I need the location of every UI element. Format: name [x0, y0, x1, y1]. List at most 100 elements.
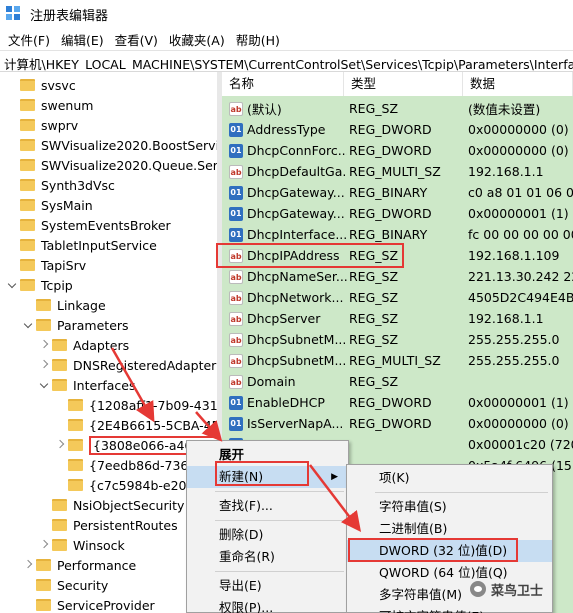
tree-item-label: {2E4B6615-5CBA-4B3E	[89, 417, 217, 433]
value-row[interactable]: ab (默认) REG_SZ (数值未设置)	[222, 98, 573, 119]
column-header-name[interactable]: 名称	[222, 72, 344, 96]
menu-separator	[215, 491, 344, 492]
tree-item[interactable]: TapiSrv	[20, 255, 86, 275]
menu-item[interactable]: 展开	[187, 444, 348, 466]
value-row[interactable]: ab DhcpSubnetM... REG_SZ 255.255.255.0	[222, 329, 573, 350]
value-name: (默认)	[247, 102, 282, 117]
folder-icon	[20, 179, 35, 191]
tree-item[interactable]: NsiObjectSecurity	[52, 495, 184, 515]
value-name: EnableDHCP	[247, 395, 325, 410]
value-data: 0x00000000 (0)	[468, 416, 569, 431]
tree-item[interactable]: Synth3dVsc	[20, 175, 115, 195]
tree-item[interactable]: Linkage	[36, 295, 106, 315]
tree-item[interactable]: Parameters	[36, 315, 129, 335]
registry-key-tree[interactable]: svsvc swenum swprv SWVisualize2020.BoostSer…	[0, 72, 217, 613]
value-row[interactable]: 01 AddressType REG_DWORD 0x00000000 (0)	[222, 119, 573, 140]
tree-item[interactable]: TabletInputService	[20, 235, 157, 255]
menu-item[interactable]: 删除(D)	[187, 524, 348, 546]
column-header-type[interactable]: 类型	[344, 72, 463, 96]
value-row[interactable]: ab DhcpNetwork... REG_SZ 4505D2C494E4B4E	[222, 287, 573, 308]
address-bar[interactable]: 计算机\HKEY_LOCAL_MACHINE\SYSTEM\CurrentCon…	[0, 50, 573, 72]
value-data: 192.168.1.1	[468, 311, 544, 326]
value-row[interactable]: ab Domain REG_SZ	[222, 371, 573, 392]
menu-item[interactable]: 可扩充字符串值(E)	[347, 606, 552, 613]
menu-item[interactable]: 重命名(R)	[187, 546, 348, 568]
chevron-right-icon[interactable]	[39, 539, 49, 549]
tree-item[interactable]: PersistentRoutes	[52, 515, 178, 535]
tree-item-label: SysMain	[41, 197, 93, 213]
menu-view[interactable]: 查看(V)	[111, 30, 165, 49]
chevron-right-icon[interactable]	[39, 339, 49, 349]
menu-item[interactable]: 二进制值(B)	[347, 518, 552, 540]
folder-icon	[52, 379, 67, 391]
value-data: 0x00000001 (1)	[468, 206, 569, 221]
folder-icon	[68, 419, 83, 431]
menu-item[interactable]: 查找(F)...	[187, 495, 348, 517]
chevron-right-icon[interactable]	[23, 559, 33, 569]
window-title: 注册表编辑器	[30, 8, 109, 24]
value-row[interactable]: ab DhcpServer REG_SZ 192.168.1.1	[222, 308, 573, 329]
chevron-down-icon[interactable]	[7, 279, 17, 289]
menu-item-label: 权限(P)...	[219, 600, 274, 613]
wechat-icon	[470, 581, 486, 597]
tree-item[interactable]: Winsock	[52, 535, 125, 555]
folder-icon	[36, 299, 51, 311]
chevron-down-icon[interactable]	[39, 379, 49, 389]
value-type: REG_SZ	[349, 269, 399, 284]
menu-item[interactable]: 项(K)	[347, 467, 552, 489]
chevron-right-icon[interactable]	[39, 359, 49, 369]
value-row[interactable]: ab DhcpNameSer...REG_SZ 221.13.30.242 221	[222, 266, 573, 287]
value-name: DhcpInterface...	[247, 227, 347, 242]
menu-item[interactable]: 字符串值(S)	[347, 496, 552, 518]
tree-item[interactable]: ServiceProvider	[36, 595, 155, 613]
binary-value-icon: 01	[229, 416, 243, 431]
tree-item-label: SWVisualize2020.BoostService	[41, 137, 217, 153]
column-header-data[interactable]: 数据	[463, 72, 573, 96]
tree-item[interactable]: {1208aff1-7b09-431d-a	[68, 395, 217, 415]
menu-item[interactable]: 新建(N) ▶	[187, 466, 348, 488]
tree-item[interactable]: SysMain	[20, 195, 93, 215]
chevron-down-icon[interactable]	[23, 319, 33, 329]
tree-item[interactable]: SWVisualize2020.Queue.Server	[20, 155, 217, 175]
value-name: DhcpNameSer...	[247, 269, 347, 284]
value-row[interactable]: 01 DhcpConnForc... REG_DWORD 0x00000000 (0)	[222, 140, 573, 161]
tree-item[interactable]: Security	[36, 575, 108, 595]
value-row[interactable]: 01 EnableDHCP REG_DWORD 0x00000001 (1)	[222, 392, 573, 413]
tree-item[interactable]: svsvc	[20, 75, 76, 95]
menu-file[interactable]: 文件(F)	[4, 30, 57, 49]
value-row[interactable]: 01 IsServerNapA... REG_DWORD 0x00000000 (0)	[222, 413, 573, 434]
menu-item-label: 删除(D)	[219, 527, 264, 542]
tree-item[interactable]: Performance	[36, 555, 136, 575]
value-row[interactable]: ab DhcpIPAddress REG_SZ 192.168.1.109	[222, 245, 573, 266]
folder-icon	[52, 359, 67, 371]
value-data: 255.255.255.0	[468, 353, 560, 368]
tree-item[interactable]: Tcpip	[20, 275, 73, 295]
chevron-right-icon[interactable]	[55, 439, 65, 449]
tree-item[interactable]: swenum	[20, 95, 93, 115]
value-row[interactable]: 01 DhcpGateway... REG_DWORD 0x00000001 (1)	[222, 203, 573, 224]
context-menu: 展开 新建(N) ▶ 查找(F)... 删除(D) 重命名(R) 导出(E) 权限(P)...	[186, 440, 349, 613]
tree-item-label: swprv	[41, 117, 79, 133]
tree-item[interactable]: SystemEventsBroker	[20, 215, 171, 235]
value-row[interactable]: 01 DhcpGateway... REG_BINARY c0 a8 01 01 06…	[222, 182, 573, 203]
value-name: DhcpSubnetM...	[247, 353, 347, 368]
watermark: 菜鸟卫士	[470, 578, 570, 600]
tree-item[interactable]: SWVisualize2020.BoostService	[20, 135, 217, 155]
value-row[interactable]: ab DhcpDefaultGa... REG_MULTI_SZ 192.168.1.…	[222, 161, 573, 182]
menu-help[interactable]: 帮助(H)	[232, 30, 287, 49]
tree-item[interactable]: Interfaces	[52, 375, 135, 395]
tree-item[interactable]: DNSRegisteredAdapters	[52, 355, 217, 375]
menu-item[interactable]: 权限(P)...	[187, 597, 348, 613]
value-data: 0x00000000 (0)	[468, 143, 569, 158]
tree-item-label: TapiSrv	[41, 257, 87, 273]
menu-item[interactable]: 导出(E)	[187, 575, 348, 597]
value-row[interactable]: ab DhcpSubnetM... REG_MULTI_SZ 255.255.255.…	[222, 350, 573, 371]
menu-favorites[interactable]: 收藏夹(A)	[165, 30, 232, 49]
value-row[interactable]: 01 DhcpInterface... REG_BINARY fc 00 00 00 …	[222, 224, 573, 245]
value-type: REG_DWORD	[349, 395, 432, 410]
tree-item[interactable]: Adapters	[52, 335, 129, 355]
menu-item[interactable]: DWORD (32 位)值(D)	[347, 540, 552, 562]
tree-item[interactable]: {2E4B6615-5CBA-4B3E	[68, 415, 217, 435]
tree-item[interactable]: swprv	[20, 115, 78, 135]
menu-edit[interactable]: 编辑(E)	[57, 30, 111, 49]
